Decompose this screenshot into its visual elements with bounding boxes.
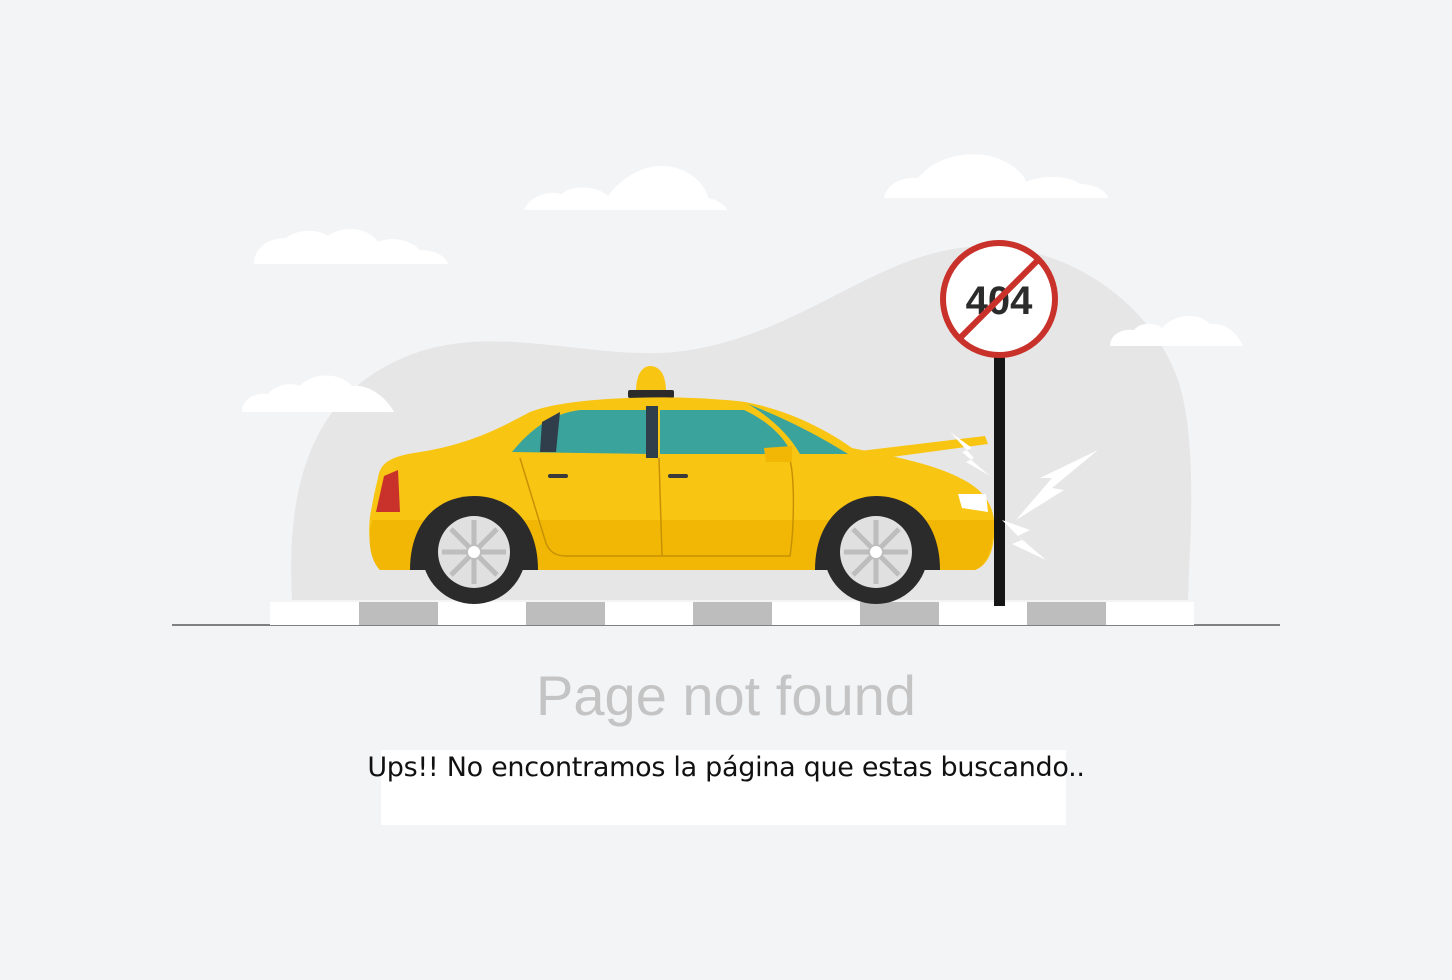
error-message: Ups!! No encontramos la página que estas…	[367, 752, 1085, 783]
page-title: Page not found	[536, 664, 916, 727]
rear-wheel	[422, 500, 526, 604]
cloud-icon	[524, 165, 727, 210]
no-entry-404-sign: 404	[940, 240, 1058, 358]
sign-pole	[994, 354, 1005, 606]
front-wheel	[824, 500, 928, 604]
not-found-page: 404 Page not found Ups!! No encontramos …	[0, 0, 1452, 980]
crashed-taxi-illustration: 404	[172, 154, 1280, 626]
curb	[270, 602, 1194, 625]
cloud-icon	[254, 229, 448, 264]
cloud-icon	[884, 154, 1108, 198]
